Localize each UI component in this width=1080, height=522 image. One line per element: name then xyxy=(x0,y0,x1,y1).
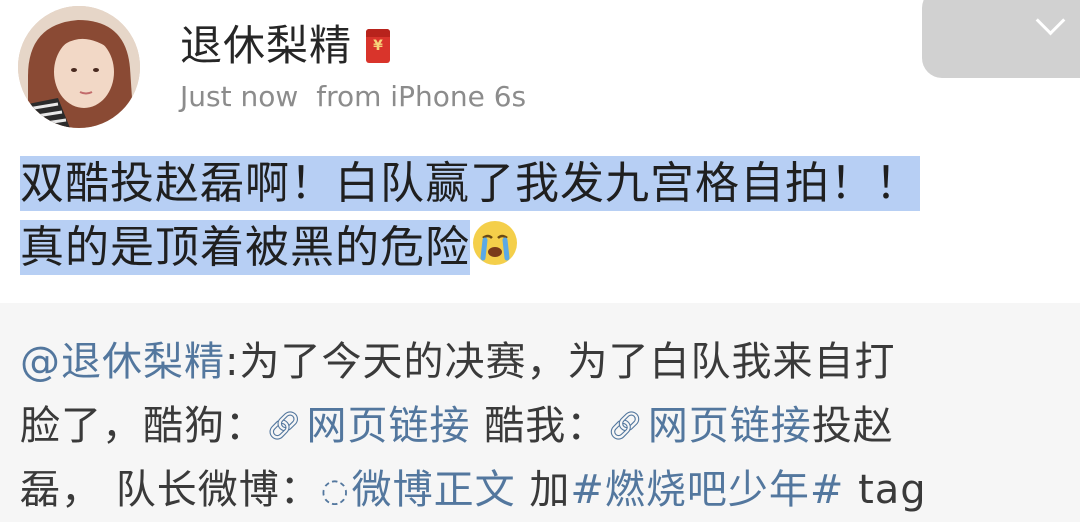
topic-hashtag[interactable]: #燃烧吧少年# xyxy=(570,467,844,513)
repost-text-line-2b: 酷我： xyxy=(470,403,608,449)
crying-face-icon xyxy=(473,221,517,265)
weibo-icon: ◌ xyxy=(320,471,350,509)
avatar[interactable] xyxy=(18,6,140,128)
repost-text-line-3b: 加 xyxy=(515,467,571,513)
username[interactable]: 退休梨精 xyxy=(180,18,352,74)
web-link-1[interactable]: 🔗︎ 网页链接 xyxy=(266,403,471,449)
repost-text-line-3a: 磊， 队长微博： xyxy=(20,467,321,513)
name-row: 退休梨精 xyxy=(180,18,391,74)
mention-link[interactable]: @退休梨精 xyxy=(20,339,225,385)
repost-text-line-2c: 投赵 xyxy=(811,403,894,449)
red-envelope-icon[interactable] xyxy=(366,29,391,63)
post-text: 双酷投赵磊啊！白队赢了我发九宫格自拍！！ 真的是顶着被黑的危险 xyxy=(20,152,1060,280)
post-source: from iPhone 6s xyxy=(316,80,527,113)
repost-text-line-2a: 脸了，酷狗： xyxy=(20,403,266,449)
post-text-line-2: 真的是顶着被黑的危险 xyxy=(20,220,470,275)
post-card: 退休梨精 Just now from iPhone 6s 双酷投赵磊啊！白队赢了我… xyxy=(0,0,1080,303)
follow-button[interactable] xyxy=(922,0,1080,78)
web-link-2[interactable]: 🔗︎ 网页链接 xyxy=(607,403,812,449)
link-icon: 🔗︎ xyxy=(266,409,303,442)
post-text-line-1: 双酷投赵磊啊！白队赢了我发九宫格自拍！！ xyxy=(20,156,920,211)
link-icon: 🔗︎ xyxy=(607,409,644,442)
repost-text: @退休梨精:为了今天的决赛，为了白队我来自打 脸了，酷狗：🔗︎ 网页链接 酷我：🔗… xyxy=(20,330,1070,522)
post-time: Just now xyxy=(180,80,299,113)
weibo-post-link[interactable]: ◌微博正文 xyxy=(321,467,516,513)
chevron-down-icon xyxy=(1035,5,1066,36)
repost-text-line-1: :为了今天的决赛，为了白队我来自打 xyxy=(225,339,896,385)
repost-text-line-3c: tag xyxy=(844,467,927,513)
post-meta: Just now from iPhone 6s xyxy=(180,80,526,113)
